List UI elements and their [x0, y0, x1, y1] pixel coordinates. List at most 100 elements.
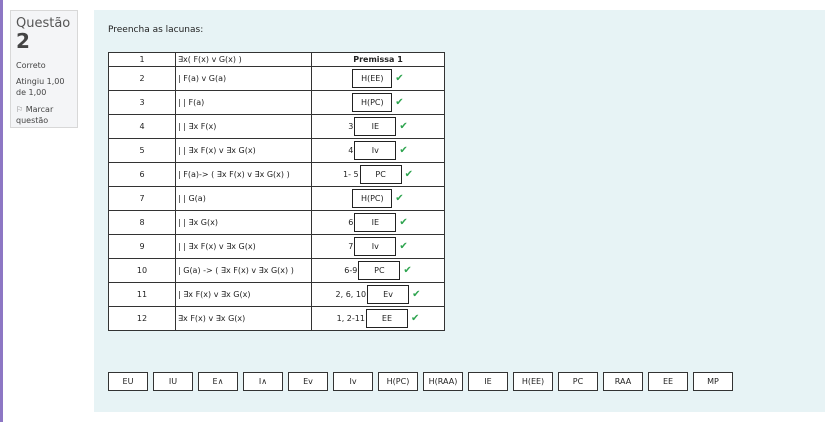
choice-chip[interactable]: MP — [693, 372, 733, 391]
proof-row: 4 | | ∃x F(x) 3 IE ✔ — [108, 114, 445, 139]
proof-row: 11 | ∃x F(x) v ∃x G(x) 2, 6, 10 Ev ✔ — [108, 282, 445, 307]
choice-chip[interactable]: I∧ — [243, 372, 283, 391]
proof-row: 8 | | ∃x G(x) 6 IE ✔ — [108, 210, 445, 235]
formula-cell: ∃x F(x) v ∃x G(x) — [175, 306, 312, 331]
justification-cell: 7 Iv ✔ — [311, 234, 445, 259]
line-reference: 4 — [348, 146, 354, 155]
formula-cell: | F(a)-> ( ∃x F(x) v ∃x G(x) ) — [175, 162, 312, 187]
justification-cell: 2, 6, 10 Ev ✔ — [311, 282, 445, 307]
proof-row: 6 | F(a)-> ( ∃x F(x) v ∃x G(x) ) 1- 5 PC ✔ — [108, 162, 445, 187]
correct-check-icon: ✔ — [399, 145, 408, 156]
proof-row: 12 ∃x F(x) v ∃x G(x) 1, 2-11 EE ✔ — [108, 306, 445, 331]
answer-drop-zone[interactable]: EE — [365, 309, 408, 328]
justification-cell: H(PC) ✔ — [311, 90, 445, 115]
line-number: 10 — [108, 258, 176, 283]
justification-cell: 4 Iv ✔ — [311, 138, 445, 163]
choice-chip[interactable]: H(RAA) — [423, 372, 463, 391]
justification-cell: H(EE) ✔ — [311, 66, 445, 91]
justification-cell: 1, 2-11 EE ✔ — [311, 306, 445, 331]
justification-cell: 3 IE ✔ — [311, 114, 445, 139]
proof-table: 1 ∃x( F(x) v G(x) ) Premissa 1 2 | F(a) v G(… — [108, 52, 445, 331]
justification-cell: Premissa 1 — [311, 52, 445, 67]
formula-cell: | F(a) v G(a) — [175, 66, 312, 91]
proof-row: 2 | F(a) v G(a) H(EE) ✔ — [108, 66, 445, 91]
justification-cell: 6 IE ✔ — [311, 210, 445, 235]
answer-drop-zone[interactable]: PC — [359, 165, 402, 184]
correct-check-icon: ✔ — [395, 73, 404, 84]
choice-chip[interactable]: IU — [153, 372, 193, 391]
proof-row: 10 | G(a) -> ( ∃x F(x) v ∃x G(x) ) 6-9 PC ✔ — [108, 258, 445, 283]
line-number: 2 — [108, 66, 176, 91]
formula-cell: | | F(a) — [175, 90, 312, 115]
formula-cell: | | ∃x F(x) v ∃x G(x) — [175, 138, 312, 163]
proof-row: 1 ∃x( F(x) v G(x) ) Premissa 1 — [108, 52, 445, 67]
question-state: Correto — [16, 61, 46, 70]
question-content: Preencha as lacunas: 1 ∃x( F(x) v G(x) ) P… — [94, 10, 825, 412]
answer-drop-zone[interactable]: H(PC) — [352, 189, 393, 208]
correct-check-icon: ✔ — [395, 193, 404, 204]
answer-drop-zone[interactable]: PC — [358, 261, 401, 280]
answer-drop-zone[interactable]: Iv — [354, 237, 397, 256]
choice-chip[interactable]: EE — [648, 372, 688, 391]
line-reference: 6-9 — [344, 266, 358, 275]
choice-chip[interactable]: H(PC) — [378, 372, 418, 391]
line-reference: 1, 2-11 — [336, 314, 365, 323]
correct-check-icon: ✔ — [412, 289, 421, 300]
correct-check-icon: ✔ — [399, 121, 408, 132]
answer-drop-zone[interactable]: IE — [354, 117, 397, 136]
formula-cell: | | ∃x F(x) — [175, 114, 312, 139]
line-number: 9 — [108, 234, 176, 259]
answer-drop-zone[interactable]: H(PC) — [352, 93, 393, 112]
formula-cell: | | G(a) — [175, 186, 312, 211]
proof-row: 3 | | F(a) H(PC) ✔ — [108, 90, 445, 115]
line-reference: 3 — [348, 122, 354, 131]
answer-drop-zone[interactable]: IE — [354, 213, 397, 232]
answer-choices: EU IU E∧ I∧ Ev Iv H(PC) H(RAA) IE H(EE) PC RAA EE MP — [108, 372, 738, 391]
question-info-panel: Questão 2 Correto Atingiu 1,00 de 1,00 ⚐… — [10, 10, 78, 128]
formula-cell: ∃x( F(x) v G(x) ) — [175, 52, 312, 67]
choice-chip[interactable]: Iv — [333, 372, 373, 391]
flag-question-link[interactable]: ⚐ Marcar questão — [16, 104, 72, 126]
line-number: 1 — [108, 52, 176, 67]
question-prompt: Preencha as lacunas: — [108, 25, 204, 35]
correct-check-icon: ✔ — [395, 97, 404, 108]
premise-label: Premissa 1 — [353, 55, 403, 64]
line-reference: 2, 6, 10 — [335, 290, 367, 299]
line-number: 3 — [108, 90, 176, 115]
line-number: 11 — [108, 282, 176, 307]
choice-chip[interactable]: H(EE) — [513, 372, 553, 391]
question-number: 2 — [16, 29, 30, 53]
answer-drop-zone[interactable]: Ev — [367, 285, 410, 304]
formula-cell: | | ∃x F(x) v ∃x G(x) — [175, 234, 312, 259]
choice-chip[interactable]: EU — [108, 372, 148, 391]
answer-drop-zone[interactable]: Iv — [354, 141, 397, 160]
question-grade: Atingiu 1,00 de 1,00 — [16, 77, 65, 97]
correct-check-icon: ✔ — [399, 217, 408, 228]
answer-drop-zone[interactable]: H(EE) — [352, 69, 393, 88]
flag-icon: ⚐ — [16, 105, 24, 114]
choice-chip[interactable]: PC — [558, 372, 598, 391]
line-reference: 1- 5 — [343, 170, 359, 179]
line-number: 12 — [108, 306, 176, 331]
left-accent-bar — [0, 0, 3, 422]
choice-chip[interactable]: Ev — [288, 372, 328, 391]
formula-cell: | | ∃x G(x) — [175, 210, 312, 235]
correct-check-icon: ✔ — [403, 265, 412, 276]
justification-cell: 1- 5 PC ✔ — [311, 162, 445, 187]
choice-chip[interactable]: IE — [468, 372, 508, 391]
justification-cell: 6-9 PC ✔ — [311, 258, 445, 283]
proof-row: 7 | | G(a) H(PC) ✔ — [108, 186, 445, 211]
line-reference: 6 — [348, 218, 354, 227]
correct-check-icon: ✔ — [399, 241, 408, 252]
formula-cell: | G(a) -> ( ∃x F(x) v ∃x G(x) ) — [175, 258, 312, 283]
formula-cell: | ∃x F(x) v ∃x G(x) — [175, 282, 312, 307]
line-number: 4 — [108, 114, 176, 139]
choice-chip[interactable]: RAA — [603, 372, 643, 391]
line-number: 6 — [108, 162, 176, 187]
choice-chip[interactable]: E∧ — [198, 372, 238, 391]
proof-row: 5 | | ∃x F(x) v ∃x G(x) 4 Iv ✔ — [108, 138, 445, 163]
proof-row: 9 | | ∃x F(x) v ∃x G(x) 7 Iv ✔ — [108, 234, 445, 259]
correct-check-icon: ✔ — [404, 169, 413, 180]
line-number: 5 — [108, 138, 176, 163]
correct-check-icon: ✔ — [410, 313, 420, 324]
